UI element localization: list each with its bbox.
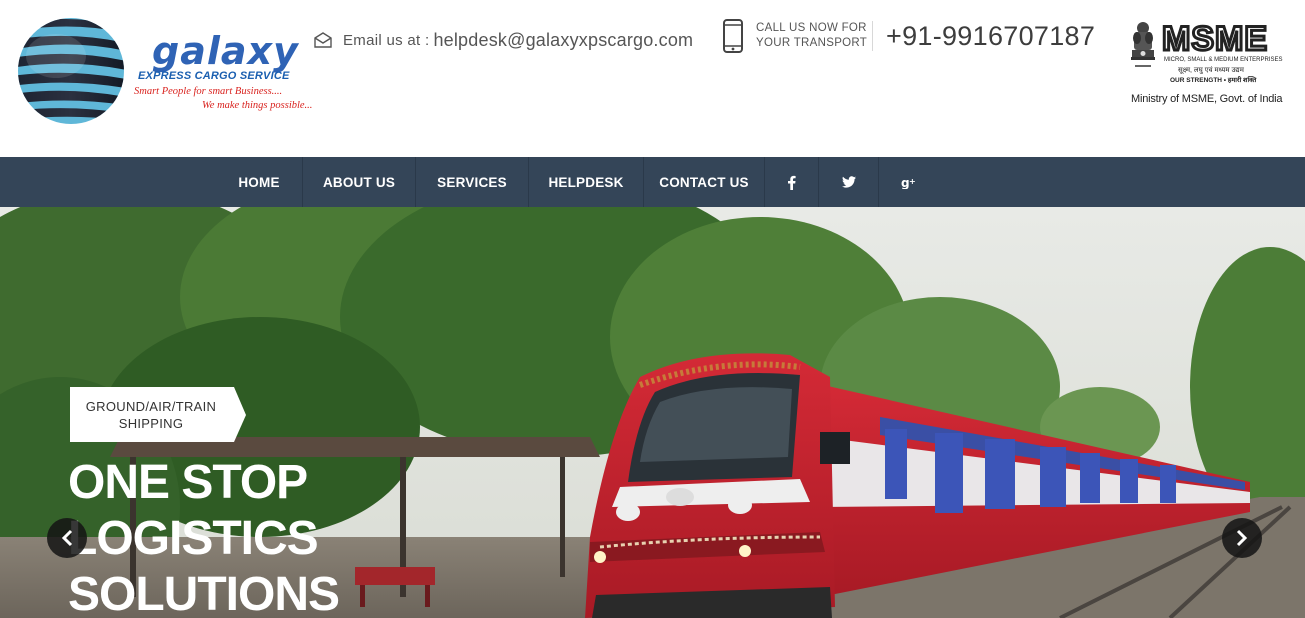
mobile-phone-icon [723, 19, 743, 53]
chevron-left-icon [61, 529, 73, 547]
main-navigation: HOME ABOUT US SERVICES HELPDESK CONTACT … [0, 157, 1305, 207]
hero-slider: GROUND/AIR/TRAIN SHIPPING ONE STOP LOGIS… [0, 207, 1305, 618]
email-label: Email us at : [343, 31, 430, 49]
chevron-right-icon [1236, 529, 1248, 547]
nav-item-helpdesk[interactable]: HELPDESK [529, 157, 644, 207]
headline-line-2: LOGISTICS [68, 512, 319, 565]
site-header: galaxy EXPRESS CARGO SERVICE Smart Peopl… [0, 0, 1305, 157]
email-link[interactable]: helpdesk@galaxyxpscargo.com [433, 30, 693, 51]
envelope-icon [314, 32, 332, 48]
nav-item-about-us[interactable]: ABOUT US [303, 157, 416, 207]
slider-next-button[interactable] [1222, 518, 1262, 558]
google-plus-link[interactable]: g + [879, 157, 937, 207]
hero-headline: ONE STOP LOGISTICS SOLUTIONS [68, 455, 340, 618]
msme-line-3: OUR STRENGTH • हमारी शक्ति [1170, 77, 1257, 84]
svg-text:+: + [909, 177, 916, 186]
call-contact: CALL US NOW FOR YOUR TRANSPORT +91-99167… [722, 18, 1095, 54]
globe-logo-icon [18, 18, 124, 124]
msme-caption: Ministry of MSME, Govt. of India [1131, 93, 1283, 105]
nav-item-contact-us[interactable]: CONTACT US [644, 157, 765, 207]
facebook-link[interactable] [765, 157, 819, 207]
msme-logo-text: MSME [1162, 22, 1268, 54]
headline-line-3: SOLUTIONS [68, 568, 340, 618]
twitter-icon [841, 176, 856, 188]
badge-line-1: GROUND/AIR/TRAIN [85, 398, 217, 414]
facebook-icon [788, 175, 796, 190]
call-label: CALL US NOW FOR YOUR TRANSPORT [756, 22, 868, 49]
nav-menu: HOME ABOUT US SERVICES HELPDESK CONTACT … [216, 157, 937, 207]
twitter-link[interactable] [819, 157, 879, 207]
national-emblem-icon [1131, 22, 1155, 67]
msme-logo-icon: MSME [1162, 22, 1268, 54]
badge-tail [232, 387, 246, 442]
google-plus-icon: g + [901, 176, 916, 189]
msme-badge: MSME MICRO, SMALL & MEDIUM ENTERPRISES स… [1126, 20, 1283, 110]
site-logo[interactable]: galaxy EXPRESS CARGO SERVICE Smart Peopl… [16, 14, 336, 126]
nav-item-services[interactable]: SERVICES [416, 157, 529, 207]
slider-prev-button[interactable] [47, 518, 87, 558]
msme-line-1: MICRO, SMALL & MEDIUM ENTERPRISES [1164, 57, 1283, 63]
phone-number[interactable]: +91-9916707187 [886, 21, 1095, 52]
headline-line-1: ONE STOP [68, 456, 308, 509]
divider [872, 21, 873, 51]
service-badge: GROUND/AIR/TRAIN SHIPPING [70, 387, 232, 442]
brand-name: galaxy [152, 29, 299, 73]
brand-subtitle: EXPRESS CARGO SERVICE [138, 70, 290, 82]
email-contact: Email us at : helpdesk@galaxyxpscargo.co… [314, 29, 693, 51]
nav-item-home[interactable]: HOME [216, 157, 303, 207]
brand-tagline-1: Smart People for smart Business.... [134, 86, 283, 97]
msme-line-2: सूक्ष्म, लघु एवं मध्यम उद्यम [1178, 67, 1244, 74]
brand-tagline-2: We make things possible... [202, 100, 313, 111]
badge-line-2: SHIPPING [118, 415, 184, 431]
